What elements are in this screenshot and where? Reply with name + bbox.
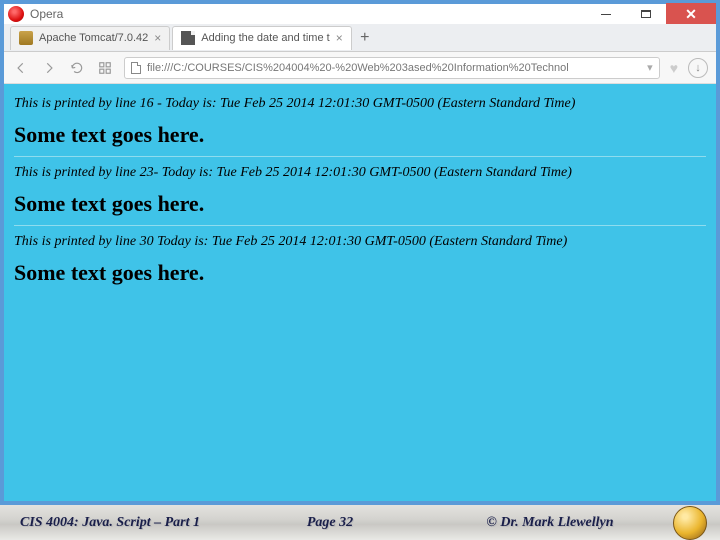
navigation-bar: file:///C:/COURSES/CIS%204004%20-%20Web%… [4,52,716,84]
speed-dial-button[interactable] [96,59,114,77]
app-name: Opera [30,7,63,21]
tab-close-icon[interactable]: × [154,31,161,45]
back-button[interactable] [12,59,30,77]
tab-label: Adding the date and time t [201,32,329,44]
maximize-button[interactable] [626,3,666,25]
line30-text: This is printed by line 30 Today is: Tue… [14,234,706,250]
tab-adding-date[interactable]: Adding the date and time t × [172,26,351,50]
document-favicon-icon [181,31,195,45]
minimize-button[interactable] [586,3,626,25]
tab-label: Apache Tomcat/7.0.42 [39,32,148,44]
browser-window: Opera ✕ Apache Tomcat/7.0.42 × Adding th… [0,0,720,505]
new-tab-button[interactable]: + [354,27,376,49]
download-icon: ↓ [695,62,701,74]
downloads-button[interactable]: ↓ [688,58,708,78]
page-content: This is printed by line 16 - Today is: T… [4,84,716,501]
tab-close-icon[interactable]: × [336,31,343,45]
line16-text: This is printed by line 16 - Today is: T… [14,96,706,112]
header2: Some text goes here. [14,191,706,217]
divider [14,156,706,157]
titlebar: Opera ✕ [4,0,716,24]
footer-course: CIS 4004: Java. Script – Part 1 [0,515,220,531]
tab-bar: Apache Tomcat/7.0.42 × Adding the date a… [4,24,716,52]
grid-icon [98,61,112,75]
arrow-left-icon [14,61,28,75]
arrow-right-icon [42,61,56,75]
header1: Some text goes here. [14,122,706,148]
window-controls: ✕ [586,3,716,25]
reload-icon [70,61,84,75]
page-icon [131,62,141,74]
opera-logo-icon [8,6,24,22]
dropdown-icon[interactable]: ▾ [647,61,653,74]
forward-button[interactable] [40,59,58,77]
close-button[interactable]: ✕ [666,3,716,25]
slide-footer: CIS 4004: Java. Script – Part 1 Page 32 … [0,505,720,540]
line23-text: This is printed by line 23- Today is: Tu… [14,165,706,181]
tomcat-favicon-icon [19,31,33,45]
ucf-logo-icon [660,505,720,540]
url-text: file:///C:/COURSES/CIS%204004%20-%20Web%… [147,62,641,74]
reload-button[interactable] [68,59,86,77]
bookmark-heart-icon[interactable]: ♥ [670,60,678,76]
divider [14,225,706,226]
footer-author: © Dr. Mark Llewellyn [440,515,660,531]
tab-tomcat[interactable]: Apache Tomcat/7.0.42 × [10,26,170,50]
header3: Some text goes here. [14,260,706,286]
footer-page: Page 32 [220,515,440,531]
url-box[interactable]: file:///C:/COURSES/CIS%204004%20-%20Web%… [124,57,660,79]
